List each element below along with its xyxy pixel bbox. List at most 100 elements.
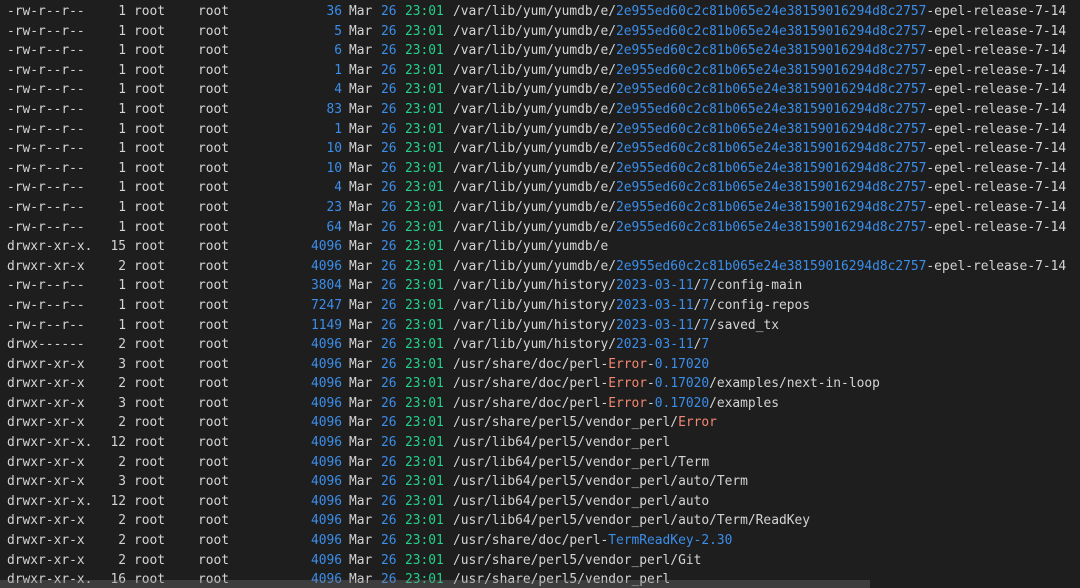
time-text: 23:01 [405, 160, 444, 176]
listing-row: -rw-r--r-- 1 root root 83 Mar 26 23:01/var/lib/… [0, 100, 1080, 120]
listing-row: -rw-r--r-- 1 root root 1149 Mar 26 23:01/var/li… [0, 316, 1080, 336]
month-text: Mar [349, 474, 373, 490]
month-text: Mar [349, 376, 373, 392]
month-text: Mar [349, 258, 373, 274]
day-text: 26 [381, 474, 397, 490]
listing-row: drwxr-xr-x 2 root root 4096 Mar 26 23:01/usr/sh… [0, 374, 1080, 394]
path-segment: -epel-release-7-14 [926, 180, 1067, 196]
month-text: Mar [349, 23, 373, 39]
day-text: 26 [381, 160, 397, 176]
path-segment: -epel-release-7-14 [926, 82, 1067, 98]
listing-row: drwxr-xr-x. 12 root root 4096 Mar 26 23:01/usr/… [0, 433, 1080, 453]
month-text: Mar [349, 297, 373, 313]
file-size-text: 4096 [310, 239, 342, 255]
file-size-text: 3804 [310, 278, 342, 294]
file-size-text: 4096 [310, 356, 342, 372]
path-segment: 2e955ed60c2c81b065e24e38159016294d8c2757 [615, 82, 927, 98]
time-text: 23:01 [405, 552, 444, 568]
path-segment: 2e955ed60c2c81b065e24e38159016294d8c2757 [615, 43, 927, 59]
file-path-text: /var/lib/yum/yumdb/e/2e955ed60c2c81b065e… [453, 2, 1066, 22]
time-text: 23:01 [405, 239, 444, 255]
file-size-text: 4096 [310, 337, 342, 353]
path-segment: 2e955ed60c2c81b065e24e38159016294d8c2757 [615, 180, 927, 196]
time-text: 23:01 [405, 258, 444, 274]
day-text: 26 [381, 82, 397, 98]
file-size-text: 36 [326, 4, 342, 19]
path-segment: /var/lib/yum/history/ [453, 297, 616, 313]
time-text: 23:01 [405, 278, 444, 294]
path-segment: 2e955ed60c2c81b065e24e38159016294d8c2757 [615, 121, 927, 137]
time-text: 23:01 [405, 82, 444, 98]
listing-row: -rw-r--r-- 1 root root 36 Mar 26 23:01/var/lib/… [0, 2, 1080, 22]
path-segment: /examples [709, 395, 779, 411]
file-path-text: /var/lib/yum/yumdb/e/2e955ed60c2c81b065e… [453, 120, 1066, 140]
path-segment: /var/lib/yum/yumdb/e/ [453, 180, 616, 196]
month-text: Mar [349, 533, 373, 549]
file-size-text: 4096 [310, 493, 342, 509]
file-path-text: /usr/share/perl5/vendor_perl/Error [453, 413, 717, 433]
path-segment: /usr/share/perl5/vendor_perl/Git [453, 552, 702, 568]
listing-row: drwxr-xr-x 2 root root 4096 Mar 26 23:01/usr/sh… [0, 413, 1080, 433]
day-text: 26 [381, 239, 397, 255]
time-text: 23:01 [405, 43, 444, 59]
file-size-text: 4096 [310, 258, 342, 274]
listing-row: drwxr-xr-x 2 root root 4096 Mar 26 23:01/usr/sh… [0, 531, 1080, 551]
file-path-text: /var/lib/yum/yumdb/e/2e955ed60c2c81b065e… [453, 61, 1066, 81]
file-path-text: /var/lib/yum/history/2023-03-11/7/config… [453, 296, 810, 316]
time-text: 23:01 [405, 23, 444, 39]
file-path-text: /var/lib/yum/history/2023-03-11/7/config… [453, 276, 802, 296]
listing-row: -rw-r--r-- 1 root root 1 Mar 26 23:01/var/lib/y… [0, 61, 1080, 81]
path-segment: /var/lib/yum/yumdb/e/ [453, 160, 616, 176]
file-path-text: /var/lib/yum/yumdb/e/2e955ed60c2c81b065e… [453, 80, 1066, 100]
file-size-text: 4096 [310, 552, 342, 568]
path-segment: /usr/share/doc/perl- [453, 356, 609, 372]
time-text: 23:01 [405, 141, 444, 157]
time-text: 23:01 [405, 4, 444, 19]
path-segment: /var/lib/yum/yumdb/e [453, 239, 609, 255]
path-segment: /var/lib/yum/yumdb/e/ [453, 199, 616, 215]
file-size-text: 1 [334, 62, 342, 78]
path-segment: /usr/share/perl5/vendor_perl/ [453, 415, 679, 431]
path-segment: -epel-release-7-14 [926, 219, 1067, 235]
file-size-text: 10 [326, 160, 342, 176]
day-text: 26 [381, 62, 397, 78]
month-text: Mar [349, 82, 373, 98]
terminal-output[interactable]: -rw-r--r-- 1 root root 36 Mar 26 23:01/var/lib/… [0, 0, 1080, 588]
path-segment: /usr/lib64/perl5/vendor_perl/auto/Term/R… [453, 513, 810, 529]
file-size-text: 5 [334, 23, 342, 39]
path-segment: 2023-03-11 [615, 278, 694, 294]
file-path-text: /var/lib/yum/yumdb/e/2e955ed60c2c81b065e… [453, 100, 1066, 120]
month-text: Mar [349, 415, 373, 431]
path-segment: 2023-03-11 [615, 337, 694, 353]
listing-row: drwxr-xr-x 2 root root 4096 Mar 26 23:01/var/li… [0, 257, 1080, 277]
path-segment: Error [608, 395, 648, 411]
file-path-text: /usr/lib64/perl5/vendor_perl/auto/Term [453, 472, 748, 492]
file-size-text: 4096 [310, 513, 342, 529]
day-text: 26 [381, 337, 397, 353]
path-segment: /var/lib/yum/yumdb/e/ [453, 62, 616, 78]
path-segment: 2e955ed60c2c81b065e24e38159016294d8c2757 [615, 23, 927, 39]
file-path-text: /var/lib/yum/history/2023-03-11/7/saved_… [453, 316, 779, 336]
path-segment: /usr/share/doc/perl- [453, 395, 609, 411]
file-size-text: 1 [334, 121, 342, 137]
path-segment: 0.17020 [654, 395, 710, 411]
listing-row: drwxr-xr-x 3 root root 4096 Mar 26 23:01/usr/sh… [0, 394, 1080, 414]
path-segment: 7 [701, 297, 710, 313]
time-text: 23:01 [405, 199, 444, 215]
listing-row: drwxr-xr-x 2 root root 4096 Mar 26 23:01/usr/li… [0, 453, 1080, 473]
file-size-text: 4 [334, 180, 342, 196]
month-text: Mar [349, 62, 373, 78]
horizontal-scrollbar[interactable] [0, 580, 870, 588]
file-size-text: 23 [326, 199, 342, 215]
path-segment: 2023-03-11 [615, 317, 694, 333]
path-segment: /var/lib/yum/yumdb/e/ [453, 23, 616, 39]
day-text: 26 [381, 258, 397, 274]
path-segment: 2e955ed60c2c81b065e24e38159016294d8c2757 [615, 160, 927, 176]
time-text: 23:01 [405, 474, 444, 490]
time-text: 23:01 [405, 513, 444, 529]
day-text: 26 [381, 4, 397, 19]
listing-row: drwxr-xr-x. 15 root root 4096 Mar 26 23:01/var/… [0, 237, 1080, 257]
month-text: Mar [349, 395, 373, 411]
month-text: Mar [349, 454, 373, 470]
path-segment: -epel-release-7-14 [926, 101, 1067, 117]
